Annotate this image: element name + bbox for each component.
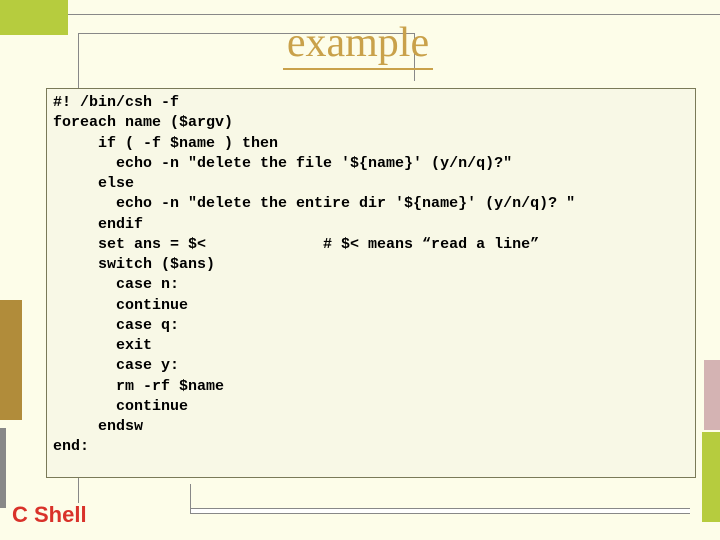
- deco-line: [190, 484, 191, 514]
- slide-title: example: [283, 18, 433, 70]
- footer-label: C Shell: [12, 502, 87, 528]
- deco-block: [0, 300, 22, 420]
- deco-block: [0, 428, 6, 508]
- deco-line: [68, 14, 720, 15]
- deco-block: [0, 0, 68, 35]
- code-content: #! /bin/csh -f foreach name ($argv) if (…: [47, 89, 695, 462]
- slide-title-wrap: example: [78, 18, 638, 86]
- deco-block: [704, 360, 720, 430]
- deco-block: [702, 432, 720, 522]
- deco-line: [190, 508, 690, 514]
- code-box: #! /bin/csh -f foreach name ($argv) if (…: [46, 88, 696, 478]
